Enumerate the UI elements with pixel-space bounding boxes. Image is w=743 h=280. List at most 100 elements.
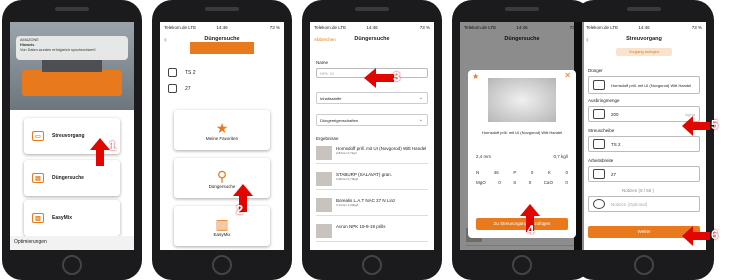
time: 14:46 (366, 25, 378, 30)
mix-icon: ▥ (215, 215, 229, 232)
eigenschaften-label: Düngereigenschaften (320, 118, 359, 123)
step-marker-2: 2 (236, 202, 244, 217)
nutrient-cao: CaO (543, 180, 553, 185)
notizen-placeholder: Notizen (Optional) (611, 201, 648, 207)
streuscheibe-field[interactable]: TS 2 (588, 136, 700, 152)
nutrient-n-value: 46 (493, 170, 499, 175)
results-label: Ergebnisse (316, 136, 339, 141)
density: 0,7 kg/l (553, 154, 568, 159)
nutrient-p: P (513, 170, 517, 175)
step-marker-3: 3 (393, 69, 401, 84)
notizen-field[interactable]: Notizen (Optional) (588, 196, 700, 212)
eigenschaften-select[interactable]: Düngereigenschaften ⌄ (316, 114, 428, 126)
nutrients-row-1: N 46 P 0 K 0 (476, 170, 568, 175)
inhaltsstoffe-select[interactable]: Inhaltsstoffe ⌄ (316, 92, 428, 104)
pointer-arrow-icon (682, 226, 710, 246)
home-button[interactable] (62, 255, 82, 275)
star-icon: ★ (215, 119, 229, 136)
result-name: Acron NPK 19-9-19 prills (336, 224, 386, 229)
battery: 73 % (691, 25, 702, 30)
list-item[interactable]: Borealis L.A.T NAC 27 N Linz 3,14mm 1,04k… (316, 198, 428, 216)
chevron-down-icon: ⌄ (418, 117, 423, 123)
result-meta: 2,98mm 0,79kg/l (336, 177, 359, 181)
arbeitsbreite-label: Arbeitsbreite (588, 158, 614, 163)
list-item[interactable]: Acron NPK 19-9-19 prills (316, 224, 428, 242)
fertilizer-bag-icon (593, 80, 605, 90)
nutrient-n: N (476, 170, 480, 175)
screen-duengersuche-search: Telekom.de LTE 14:46 73 % Abbrechen Dünger… (310, 22, 434, 250)
time: 14:46 (216, 25, 228, 30)
spreader-icon (593, 109, 605, 119)
optimierungen-section[interactable]: Optimierungen (10, 236, 134, 250)
status-bar: Telekom.de LTE 14:46 73 % (582, 22, 706, 32)
tab-vorgang-anlegen[interactable]: Vorgang anlegen (616, 48, 672, 56)
speaker (355, 7, 389, 11)
disc-info: TS 2 (168, 68, 196, 77)
home-button[interactable] (362, 255, 382, 275)
carrier: Telekom.de LTE (314, 25, 347, 30)
spreader-icon: ▭ (32, 131, 44, 141)
notification[interactable]: AMAZONE Hinweis Von Daten wurden erfolgr… (16, 36, 128, 60)
carrier: Telekom.de LTE (586, 25, 619, 30)
nutrient-k-value: 0 (565, 170, 568, 175)
grain-size: 2,4 mm (476, 154, 492, 159)
easymix-button[interactable]: ▥ EasyMix (24, 200, 120, 236)
easymix-label: EasyMix (52, 215, 73, 221)
nutrients-row-2: MgO 0 S 0 CaO 0 (476, 180, 568, 185)
star-icon[interactable]: ★ (472, 72, 479, 81)
streuvorgang-label: Streuvorgang (52, 133, 85, 139)
cancel-button[interactable]: Abbrechen (314, 37, 336, 42)
fertilizer-thumbnail (316, 146, 332, 160)
physical-props: 2,4 mm 0,7 kg/l (476, 154, 568, 159)
list-item[interactable]: STABURP (SALAVAT) gran. 2,98mm 0,79kg/l (316, 172, 428, 190)
page-title: Düngersuche (354, 36, 390, 42)
status-bar: Telekom.de LTE 14:46 73 % (310, 22, 434, 32)
duengersuche-card[interactable]: ⚲ Düngersuche (174, 158, 270, 198)
list-item[interactable]: Hornsdoff prill. mit UI (Novgorod) Witt … (316, 146, 428, 164)
home-button[interactable] (634, 255, 654, 275)
favoriten-card[interactable]: ★ Meine Favoriten (174, 110, 270, 150)
page-title: Streuvorgang (626, 36, 662, 42)
mix-icon: ▥ (32, 213, 44, 223)
screen-streuvorgang: Telekom.de LTE 14:46 73 % ‹ Streuvorgang V… (582, 22, 706, 250)
screen-duengersuche-menu: Telekom.de LTE 14:46 73 % ‹ Düngersuche TS… (160, 22, 284, 250)
nutrient-s-value: 0 (528, 180, 532, 185)
easymix-card[interactable]: ▥ EasyMix (174, 206, 270, 246)
close-icon[interactable]: ✕ (564, 71, 571, 80)
nav-bar: ‹ Streuvorgang (582, 32, 706, 46)
magnifier-icon: ⚲ (216, 167, 228, 184)
ausbringmenge-value: 200 (611, 111, 619, 117)
step-marker-6: 6 (711, 227, 719, 242)
easymix-label: EasyMix (213, 231, 231, 237)
arbeitsbreite-value: 27 (611, 171, 617, 177)
streuscheibe-label: Streuscheibe (588, 128, 615, 133)
disc-icon (593, 139, 605, 149)
duenger-field[interactable]: Hornsdoff prill. mit UI (Novgorod) Witt … (588, 76, 700, 94)
back-chevron-icon[interactable]: ‹ (164, 35, 167, 44)
step-marker-5: 5 (711, 117, 719, 132)
speaker (55, 7, 89, 11)
phone-2: Telekom.de LTE 14:46 73 % ‹ Düngersuche TS… (152, 0, 292, 280)
screen-home: AMAZONE Hinweis Von Daten wurden erfolgr… (10, 22, 134, 250)
arbeitsbreite-field[interactable]: 27 (588, 166, 700, 182)
nutrient-s: S (513, 180, 517, 185)
ausbringmenge-label: Ausbringmenge (588, 98, 620, 103)
carrier: Telekom.de LTE (164, 25, 197, 30)
duenger-label: Dünger (588, 68, 603, 73)
speech-bubble-icon (593, 199, 605, 209)
step-marker-4: 4 (527, 222, 535, 237)
speaker (505, 7, 539, 11)
nutrient-k: K (547, 170, 551, 175)
home-button[interactable] (512, 255, 532, 275)
inhaltsstoffe-label: Inhaltsstoffe (320, 96, 342, 101)
speaker (627, 7, 661, 11)
working-width-icon (593, 169, 605, 179)
favoriten-label: Meine Favoriten (205, 135, 239, 141)
home-button[interactable] (212, 255, 232, 275)
phone-1: AMAZONE Hinweis Von Daten wurden erfolgr… (2, 0, 142, 280)
battery: 73 % (419, 25, 430, 30)
fertilizer-thumbnail (316, 198, 332, 212)
back-chevron-icon[interactable]: ‹ (586, 35, 589, 44)
spreader-image (190, 42, 254, 54)
duengersuche-label: Düngersuche (208, 183, 236, 189)
